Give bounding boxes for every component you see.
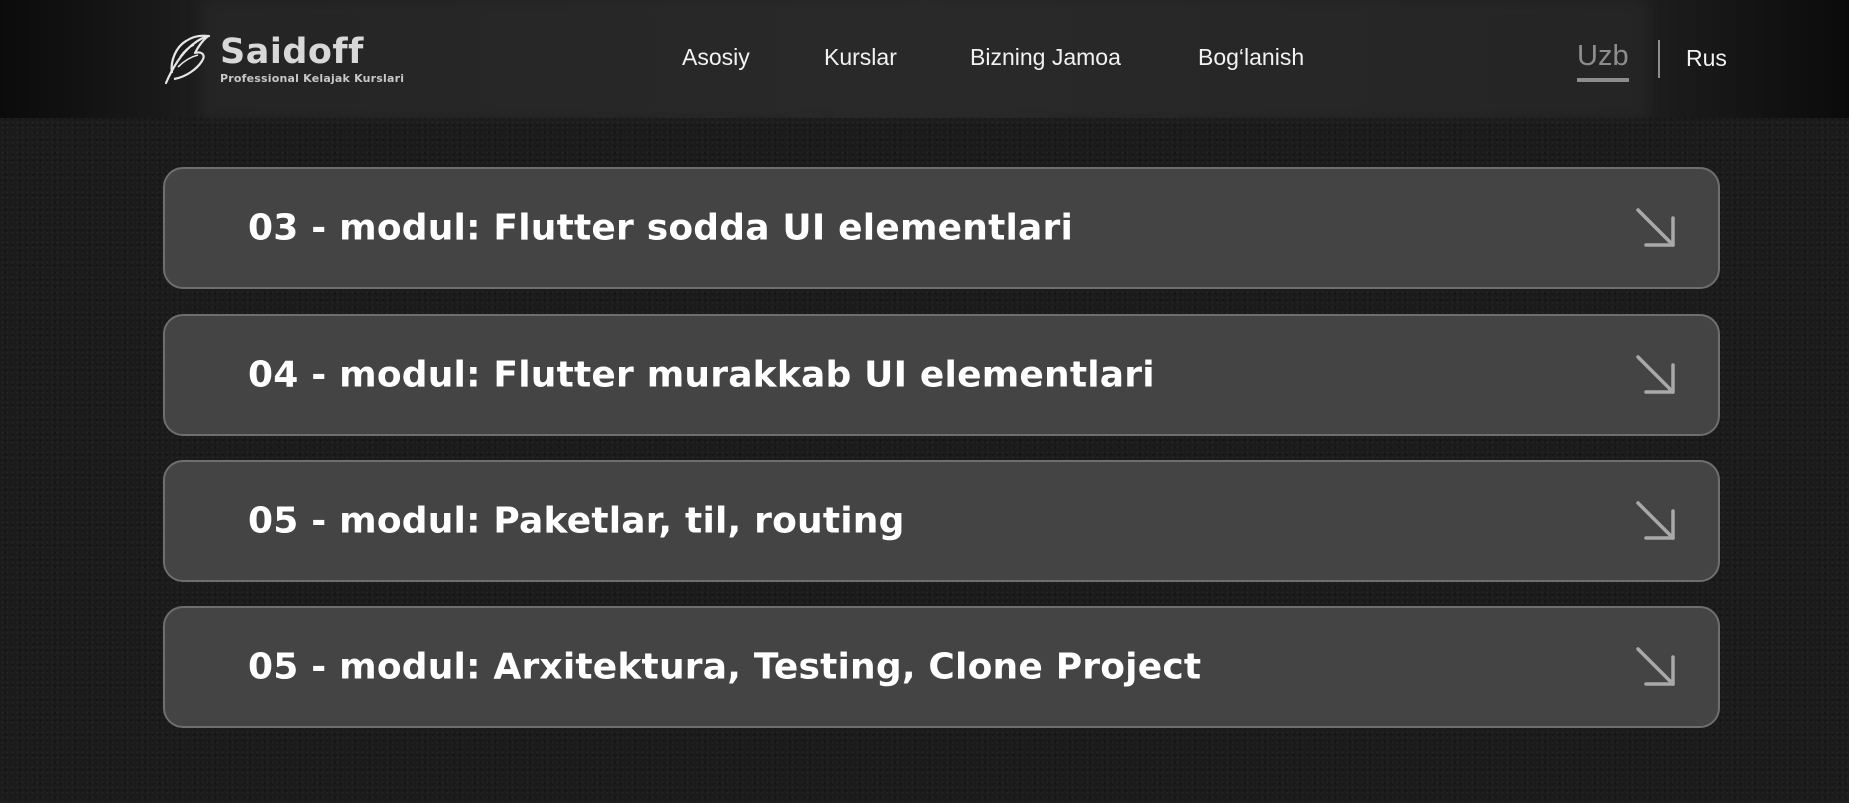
nav-item-asosiy[interactable]: Asosiy: [682, 44, 750, 71]
module-title: 03 - modul: Flutter sodda UI elementlari: [248, 207, 1074, 249]
arrow-down-right-icon: [1636, 501, 1675, 540]
module-title: 04 - modul: Flutter murakkab UI elementl…: [248, 354, 1155, 396]
nav-item-bizning-jamoa[interactable]: Bizning Jamoa: [970, 44, 1121, 71]
module-card[interactable]: 04 - modul: Flutter murakkab UI elementl…: [163, 314, 1720, 436]
site-header: Saidoff Professional Kelajak Kurslari As…: [0, 0, 1849, 118]
module-title: 05 - modul: Arxitektura, Testing, Clone …: [248, 646, 1202, 688]
nav-item-boglanish[interactable]: Bog‘lanish: [1198, 44, 1304, 71]
active-language-underline: [1577, 78, 1629, 82]
nav-item-kurslar[interactable]: Kurslar: [824, 44, 897, 71]
language-uzb-button[interactable]: Uzb: [1577, 40, 1629, 73]
main-nav: Asosiy Kurslar Bizning Jamoa Bog‘lanish: [0, 0, 1849, 118]
arrow-down-right-icon: [1636, 208, 1675, 247]
module-card[interactable]: 05 - modul: Paketlar, til, routing: [163, 460, 1720, 582]
arrow-down-right-icon: [1636, 355, 1675, 394]
language-divider: [1658, 40, 1660, 78]
arrow-down-right-icon: [1636, 647, 1675, 686]
module-title: 05 - modul: Paketlar, til, routing: [248, 500, 905, 542]
module-card[interactable]: 03 - modul: Flutter sodda UI elementlari: [163, 167, 1720, 289]
language-rus-button[interactable]: Rus: [1686, 45, 1727, 72]
module-card[interactable]: 05 - modul: Arxitektura, Testing, Clone …: [163, 606, 1720, 728]
